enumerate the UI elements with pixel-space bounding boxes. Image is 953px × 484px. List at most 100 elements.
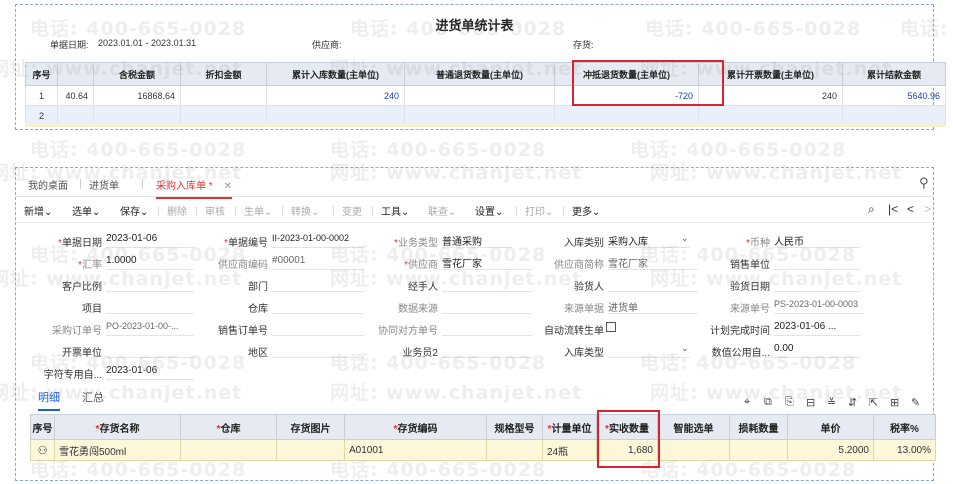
col-normal-return-qty[interactable]: 普通退货数量(主单位): [404, 62, 555, 86]
chevron-down-icon[interactable]: ⌄: [681, 343, 689, 354]
review-button[interactable]: 审核: [205, 203, 225, 218]
col-tax-rate[interactable]: 税率%: [873, 414, 936, 440]
col-discount[interactable]: 折扣金额: [180, 62, 267, 86]
close-icon[interactable]: ✕: [223, 181, 231, 192]
salesman2-field[interactable]: [442, 343, 532, 358]
doc-date-field[interactable]: 2023-01-06: [106, 233, 194, 248]
col-seq[interactable]: 序号: [30, 414, 55, 440]
stock-type-select[interactable]: [608, 343, 690, 358]
tools-button[interactable]: 工具⌄: [381, 203, 409, 218]
next-page-icon[interactable]: >: [924, 202, 931, 216]
more-button[interactable]: 更多⌄: [572, 203, 600, 218]
cell-spec[interactable]: [486, 439, 543, 461]
col-cum-in-qty[interactable]: 累计入库数量(主单位): [266, 62, 405, 86]
char-public-field[interactable]: 2023-01-06: [106, 365, 194, 380]
cell-smart-select[interactable]: [657, 439, 730, 461]
paste-icon[interactable]: ⎘: [785, 396, 794, 409]
source-no-field[interactable]: PS-2023-01-00-0003: [774, 299, 864, 314]
plan-time-field[interactable]: 2023-01-06 ...: [774, 321, 860, 336]
save-button[interactable]: 保存⌄: [120, 203, 148, 218]
chevron-down-icon[interactable]: ⌄: [681, 233, 689, 244]
dept-field[interactable]: [272, 277, 364, 292]
edit-icon[interactable]: ✎: [911, 396, 920, 409]
tab-my-desktop[interactable]: 我的桌面: [28, 177, 68, 192]
col-received-qty[interactable]: *实收数量: [596, 414, 658, 440]
sales-unit-field[interactable]: [774, 255, 860, 270]
rate-field[interactable]: 1.0000: [106, 255, 194, 270]
change-button[interactable]: 变更: [342, 203, 362, 218]
settings-button[interactable]: 设置⌄: [475, 203, 503, 218]
cell-stock-code[interactable]: A01001: [344, 439, 487, 461]
add-column-icon[interactable]: ⊞: [890, 396, 899, 409]
auto-flow-checkbox[interactable]: [606, 322, 616, 332]
sales-order-field[interactable]: [272, 321, 364, 336]
col-seq[interactable]: 序号: [25, 62, 58, 86]
col-cum-invoice-qty[interactable]: 累计开票数量(主单位): [698, 62, 843, 86]
supplier-field[interactable]: 雪花厂家: [442, 255, 532, 270]
col-stock-name[interactable]: *存货名称: [54, 414, 181, 440]
customer-ratio-field[interactable]: [106, 277, 194, 292]
batch-icon[interactable]: ⊟: [806, 396, 815, 409]
col-tax-amount[interactable]: 含税金额: [93, 62, 181, 86]
warehouse-field[interactable]: [272, 299, 364, 314]
tab-purchase-receipt[interactable]: 采购入库单 * ✕: [156, 177, 232, 199]
convert-button[interactable]: 转换⌄: [291, 203, 319, 218]
data-source-field[interactable]: [442, 299, 532, 314]
col-offset-return-qty[interactable]: 冲抵退货数量(主单位): [554, 62, 699, 86]
select-button[interactable]: 选单⌄: [72, 203, 100, 218]
print-button[interactable]: 打印⌄: [525, 203, 553, 218]
handler-field[interactable]: [442, 277, 532, 292]
row-action-icon[interactable]: ⚇: [30, 439, 55, 461]
invoice-unit-field[interactable]: [106, 343, 194, 358]
col-stock-image[interactable]: 存货图片: [276, 414, 345, 440]
po-no-field[interactable]: PO-2023-01-00-...: [106, 321, 194, 336]
cell-offset-return[interactable]: -720: [554, 85, 699, 106]
table-row[interactable]: ⚇ 雪花勇闯500ml A01001 24瓶 1,680 5.2000 13.0…: [30, 439, 936, 461]
col-cum-settle-amount[interactable]: 累计结款金额: [842, 62, 946, 86]
tab-purchase-order[interactable]: 进货单: [89, 177, 119, 192]
col-stock-code[interactable]: *存货编码: [344, 414, 487, 440]
col-price[interactable]: 单价: [787, 414, 874, 440]
cell-price[interactable]: 5.2000: [787, 439, 874, 461]
inspect-date-field[interactable]: [774, 277, 860, 292]
col-warehouse[interactable]: *仓库: [180, 414, 277, 440]
cell-cum-settle[interactable]: 5640.96: [842, 85, 946, 106]
tab-detail[interactable]: 明细: [38, 389, 60, 411]
export-icon[interactable]: ⇱: [869, 396, 878, 409]
link-query-button[interactable]: 联查⌄: [428, 203, 456, 218]
find-icon[interactable]: ⌕: [868, 202, 875, 217]
new-button[interactable]: 新增⌄: [24, 203, 52, 218]
qty-public-field[interactable]: 0.00: [774, 343, 860, 358]
cell-received-qty[interactable]: 1,680: [596, 439, 658, 461]
cell-stock-image[interactable]: [276, 439, 345, 461]
copy-row-icon[interactable]: ⧉: [764, 396, 772, 409]
project-field[interactable]: [106, 299, 194, 314]
tab-summary[interactable]: 汇总: [82, 389, 104, 405]
supplier-short-field[interactable]: 雪花厂家: [608, 255, 698, 270]
col-smart-select[interactable]: 智能选单: [657, 414, 730, 440]
currency-field[interactable]: 人民币: [774, 233, 860, 248]
region-field[interactable]: [272, 343, 364, 358]
in-type-select[interactable]: 采购入库: [608, 233, 690, 248]
delete-button[interactable]: 删除: [167, 203, 187, 218]
biz-type-field[interactable]: 普通采购: [442, 233, 512, 248]
cell-stock-name[interactable]: 雪花勇闯500ml: [54, 439, 181, 461]
filter-icon[interactable]: ≚: [827, 396, 836, 409]
cell-cum-in-qty[interactable]: 240: [266, 85, 405, 106]
cell-unit[interactable]: 24瓶: [542, 439, 597, 461]
location-icon[interactable]: ⌖: [744, 396, 750, 409]
cell-loss-qty[interactable]: [729, 439, 788, 461]
col-unit[interactable]: *计量单位: [542, 414, 597, 440]
search-icon[interactable]: ⚲: [919, 175, 929, 191]
cell-tax-rate[interactable]: 13.00%: [873, 439, 936, 461]
col-spec[interactable]: 规格型号: [486, 414, 543, 440]
sort-icon[interactable]: ⇵: [848, 396, 857, 409]
cell-warehouse[interactable]: [180, 439, 277, 461]
first-page-icon[interactable]: |<: [888, 202, 898, 216]
prev-page-icon[interactable]: <: [907, 202, 914, 216]
table-row[interactable]: 1 40.64 16868.64 240 -720 240 5640.96: [25, 85, 946, 106]
generate-button[interactable]: 生单⌄: [244, 203, 272, 218]
supplier-code-field[interactable]: #00001: [272, 255, 364, 270]
source-doc-field[interactable]: 进货单: [608, 299, 698, 314]
inspector-field[interactable]: [608, 277, 698, 292]
